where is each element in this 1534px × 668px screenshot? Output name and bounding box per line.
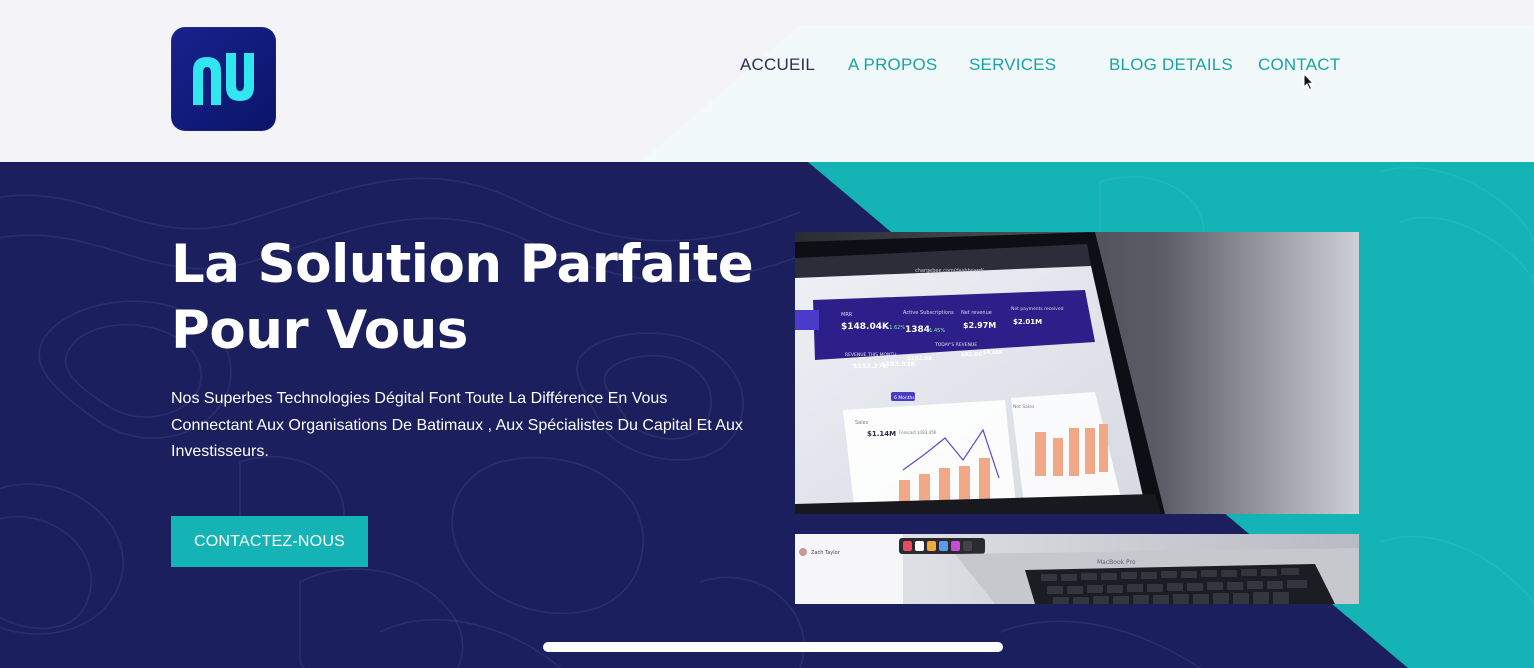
today-revenue-label: TODAY'S REVENUE (934, 342, 977, 348)
nu-logo-icon (193, 53, 254, 105)
card-payments-label: Net payments received (1011, 306, 1064, 312)
laptop-keyboard-image: Zach Taylor MacBook Pro (795, 534, 1359, 604)
laptop-dashboard-image: chargebee.com/dashboard/ MRR $148.04K +1… (795, 232, 1359, 514)
nav-item-services[interactable]: SERVICES (969, 55, 1056, 75)
page: ACCUEIL A PROPOS SERVICES BLOG DETAILS C… (0, 0, 1534, 668)
card-subs-label: Active Subscriptions (903, 310, 954, 316)
sidebar-user-name: Zach Taylor (811, 550, 841, 556)
laptop-dashboard-illustration: chargebee.com/dashboard/ MRR $148.04K +1… (795, 232, 1359, 514)
hero-section: La Solution Parfaite Pour Vous Nos Super… (0, 162, 1534, 668)
nav-item-blog-details[interactable]: BLOG DETAILS (1109, 55, 1233, 75)
site-header: ACCUEIL A PROPOS SERVICES BLOG DETAILS C… (0, 0, 1534, 162)
card-mrr-delta: +1.62% (885, 325, 905, 331)
url-bar-text: chargebee.com/dashboard/ (915, 268, 984, 274)
laptop-keyboard-illustration: Zach Taylor MacBook Pro (795, 534, 1359, 604)
card-net-revenue-value: $2.97M (963, 321, 996, 330)
net-sales-label: Net Sales (1013, 404, 1035, 410)
today-value-3: $4.86K (983, 350, 1004, 356)
revenue-month-label: REVENUE THIS MONTH (845, 352, 897, 358)
today-value-1: $102.9K (907, 356, 933, 362)
hero-title-line2: Pour Vous (171, 300, 468, 361)
nav-item-a-propos[interactable]: A PROPOS (848, 55, 937, 75)
card-mrr-label: MRR (841, 312, 853, 318)
card-payments-value: $2.01M (1013, 318, 1042, 326)
hero-title-line1: La Solution Parfaite (171, 234, 754, 295)
card-mrr-value: $148.04K (841, 322, 890, 332)
nav-item-accueil[interactable]: ACCUEIL (740, 55, 815, 75)
header-nav-panel (640, 25, 1534, 162)
hero-title: La Solution Parfaite Pour Vous (171, 232, 771, 364)
site-logo[interactable] (171, 27, 276, 131)
card-subs-delta: +1.45% (925, 328, 945, 334)
card-net-revenue-label: Net revenue (961, 310, 992, 316)
today-value-2: $92.06 (961, 352, 982, 358)
laptop-model-label: MacBook Pro (1097, 559, 1136, 566)
sales-label: Sales (855, 420, 869, 426)
nav-item-contact[interactable]: CONTACT (1258, 55, 1340, 75)
contact-us-button[interactable]: CONTACTEZ-NOUS (171, 516, 368, 567)
sales-value: $1.14M (867, 430, 896, 438)
sales-forecast: Forecast $183.45K (899, 430, 937, 435)
mouse-cursor-icon (1303, 73, 1315, 91)
hero-description: Nos Superbes Technologies Dégital Font T… (171, 390, 743, 460)
horizontal-scrollbar[interactable] (543, 642, 1003, 652)
tab-6-months: 6 Months (894, 395, 915, 401)
